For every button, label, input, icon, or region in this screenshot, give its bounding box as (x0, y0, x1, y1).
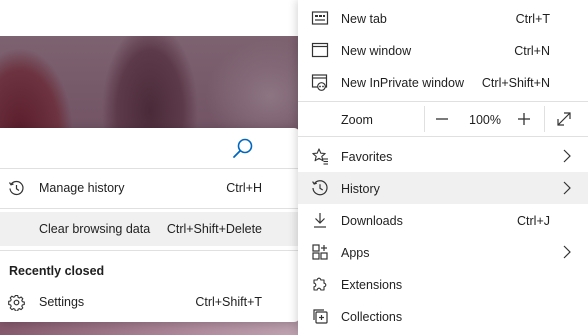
collections-icon (311, 307, 329, 325)
divider (0, 168, 300, 169)
new-tab-label: New tab (341, 12, 387, 26)
menu-item-collections[interactable]: Collections (298, 300, 588, 332)
new-window-icon (311, 41, 329, 59)
chevron-right-icon (562, 181, 572, 195)
favorites-label: Favorites (341, 150, 393, 164)
recently-closed-heading: Recently closed (9, 264, 105, 278)
settings-label: Settings (39, 295, 85, 309)
new-tab-shortcut: Ctrl+T (515, 12, 550, 26)
menu-item-apps[interactable]: Apps (298, 236, 588, 268)
menu-item-new-window[interactable]: New window Ctrl+N (298, 34, 588, 66)
chevron-right-icon (562, 245, 572, 259)
history-clock-icon (311, 179, 329, 197)
zoom-label: Zoom (341, 113, 373, 127)
inprivate-window-icon (311, 73, 329, 91)
menu-item-downloads[interactable]: Downloads Ctrl+J (298, 204, 588, 236)
new-inprivate-label: New InPrivate window (341, 76, 464, 90)
browser-main-menu: New tab Ctrl+T New window Ctrl+N New InP… (298, 0, 588, 335)
search-icon[interactable] (231, 137, 255, 161)
manage-history-label: Manage history (39, 181, 125, 195)
zoom-out-button[interactable] (433, 110, 451, 128)
favorites-star-icon (311, 147, 329, 165)
new-window-label: New window (341, 44, 412, 58)
clear-browsing-data-item[interactable]: Clear browsing data Ctrl+Shift+Delete (0, 212, 300, 246)
recently-closed-settings-item[interactable]: Settings Ctrl+Shift+T (0, 285, 300, 319)
menu-item-new-inprivate-window[interactable]: New InPrivate window Ctrl+Shift+N (298, 66, 588, 98)
history-clock-icon (8, 180, 25, 197)
fullscreen-icon[interactable] (555, 110, 573, 128)
menu-item-extensions[interactable]: Extensions (298, 268, 588, 300)
downloads-label: Downloads (341, 214, 403, 228)
download-icon (311, 211, 329, 229)
menu-item-favorites[interactable]: Favorites (298, 140, 588, 172)
history-search-bar[interactable] (0, 128, 276, 168)
history-flyout: Manage history Ctrl+H Clear browsing dat… (0, 128, 300, 322)
zoom-row: Zoom 100% (298, 102, 588, 136)
gear-icon (8, 294, 25, 311)
divider (298, 136, 588, 137)
apps-grid-icon (311, 243, 329, 261)
clear-browsing-data-shortcut: Ctrl+Shift+Delete (166, 222, 262, 236)
menu-item-new-tab[interactable]: New tab Ctrl+T (298, 2, 588, 34)
settings-shortcut: Ctrl+Shift+T (195, 295, 262, 309)
manage-history-item[interactable]: Manage history Ctrl+H (0, 171, 300, 205)
extensions-label: Extensions (341, 278, 403, 292)
divider (0, 208, 300, 209)
chevron-right-icon (562, 149, 572, 163)
collections-label: Collections (341, 310, 403, 324)
zoom-in-button[interactable] (515, 110, 533, 128)
downloads-shortcut: Ctrl+J (517, 214, 550, 228)
apps-label: Apps (341, 246, 370, 260)
divider (0, 250, 300, 251)
divider (424, 106, 425, 132)
new-inprivate-shortcut: Ctrl+Shift+N (481, 76, 550, 90)
divider (544, 106, 545, 132)
clear-browsing-data-label: Clear browsing data (39, 222, 151, 236)
new-window-shortcut: Ctrl+N (514, 44, 550, 58)
new-tab-icon (311, 9, 329, 27)
zoom-level-value: 100% (469, 113, 501, 127)
history-label: History (341, 182, 380, 196)
manage-history-shortcut: Ctrl+H (226, 181, 262, 195)
extensions-puzzle-icon (311, 275, 329, 293)
menu-item-history[interactable]: History (298, 172, 588, 204)
